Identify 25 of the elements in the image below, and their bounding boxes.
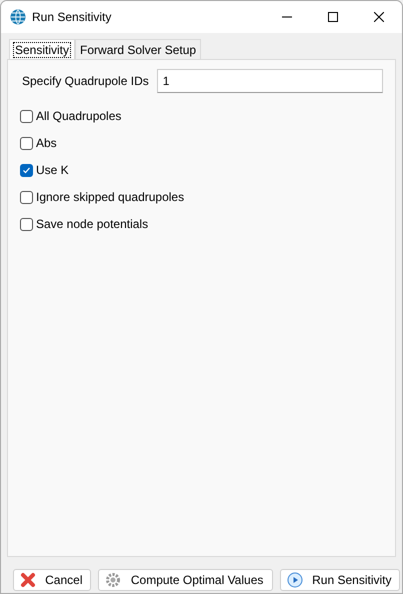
dialog-button[interactable]: Compute Optimal Values — [98, 569, 273, 591]
play-icon — [286, 572, 303, 588]
checkbox-label[interactable]: Ignore skipped quadrupoles — [36, 188, 184, 206]
checkbox[interactable] — [20, 110, 33, 122]
checkmark-icon — [22, 166, 31, 174]
close-icon — [374, 12, 384, 22]
tab[interactable]: Forward Solver Setup — [75, 39, 202, 59]
checkbox[interactable] — [20, 164, 33, 176]
maximize-icon — [328, 12, 338, 22]
checkbox[interactable] — [20, 190, 33, 204]
window-title: Run Sensitivity — [32, 9, 112, 26]
dialog-button[interactable]: Run Sensitivity — [280, 569, 400, 591]
gear-icon — [104, 572, 121, 588]
tab[interactable]: Sensitivity — [9, 39, 76, 59]
checkbox-label[interactable]: Abs — [36, 134, 57, 152]
checkbox-label[interactable]: All Quadrupoles — [36, 107, 122, 125]
dialog-button[interactable]: Cancel — [13, 569, 91, 591]
checkbox-label[interactable]: Save node potentials — [36, 215, 148, 233]
quadrupole-ids-field[interactable]: 1 — [156, 69, 383, 93]
checkbox[interactable] — [20, 218, 33, 230]
field-label: Specify Quadrupole IDs — [21, 73, 149, 90]
checkbox[interactable] — [20, 136, 33, 150]
cancel-x-icon — [20, 572, 36, 588]
checkbox-label[interactable]: Use K — [36, 161, 69, 179]
app-globe-icon — [10, 9, 26, 25]
